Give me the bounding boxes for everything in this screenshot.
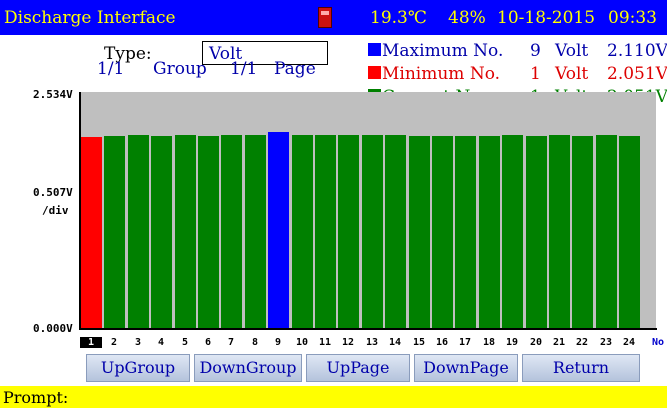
date-readout: 10-18-2015 bbox=[497, 8, 596, 28]
y-axis-line bbox=[79, 92, 81, 330]
bar-11 bbox=[315, 135, 336, 329]
x-tick-4[interactable]: 4 bbox=[150, 337, 172, 348]
minimum-unit: Volt bbox=[555, 64, 589, 84]
bar-18 bbox=[479, 136, 500, 329]
x-tick-16[interactable]: 16 bbox=[431, 337, 453, 348]
bar-2 bbox=[104, 136, 125, 329]
battery-readout: 48% bbox=[448, 8, 486, 28]
maximum-no: 9 bbox=[530, 41, 541, 61]
maximum-swatch bbox=[368, 43, 381, 56]
x-axis-suffix: No bbox=[652, 337, 665, 348]
bar-19 bbox=[502, 135, 523, 329]
x-tick-23[interactable]: 23 bbox=[595, 337, 617, 348]
x-tick-12[interactable]: 12 bbox=[337, 337, 359, 348]
x-tick-17[interactable]: 17 bbox=[454, 337, 476, 348]
x-tick-1[interactable]: 1 bbox=[80, 337, 102, 348]
x-tick-13[interactable]: 13 bbox=[361, 337, 383, 348]
bar-23 bbox=[596, 135, 617, 329]
bar-5 bbox=[175, 135, 196, 329]
x-tick-3[interactable]: 3 bbox=[127, 337, 149, 348]
x-tick-18[interactable]: 18 bbox=[478, 337, 500, 348]
down-group-button[interactable]: DownGroup bbox=[194, 354, 302, 382]
bar-20 bbox=[526, 136, 547, 329]
prompt-bar: Prompt: bbox=[0, 386, 667, 408]
x-tick-15[interactable]: 15 bbox=[408, 337, 430, 348]
prompt-label: Prompt: bbox=[3, 388, 69, 407]
temperature-readout: 19.3℃ bbox=[370, 8, 427, 28]
x-tick-2[interactable]: 2 bbox=[103, 337, 125, 348]
window-title: Discharge Interface bbox=[4, 8, 176, 28]
x-tick-20[interactable]: 20 bbox=[525, 337, 547, 348]
bar-24 bbox=[619, 136, 640, 329]
bar-9 bbox=[268, 132, 289, 329]
x-tick-11[interactable]: 11 bbox=[314, 337, 336, 348]
bar-14 bbox=[385, 135, 406, 329]
x-tick-7[interactable]: 7 bbox=[220, 337, 242, 348]
x-tick-6[interactable]: 6 bbox=[197, 337, 219, 348]
bar-10 bbox=[292, 135, 313, 329]
x-tick-5[interactable]: 5 bbox=[174, 337, 196, 348]
bar-13 bbox=[362, 135, 383, 329]
x-tick-22[interactable]: 22 bbox=[571, 337, 593, 348]
x-tick-10[interactable]: 10 bbox=[291, 337, 313, 348]
bar-1 bbox=[81, 137, 102, 329]
voltage-bar-chart bbox=[80, 92, 656, 329]
minimum-swatch bbox=[368, 66, 381, 79]
bar-21 bbox=[549, 135, 570, 329]
maximum-unit: Volt bbox=[555, 41, 589, 61]
page-current: 1/1 bbox=[230, 59, 258, 79]
down-page-button[interactable]: DownPage bbox=[414, 354, 518, 382]
group-label: Group bbox=[153, 59, 207, 79]
title-bar: Discharge Interface 19.3℃ 48% 10-18-2015… bbox=[0, 0, 667, 35]
minimum-value: 2.051V bbox=[607, 64, 667, 84]
minimum-label: Minimum No. bbox=[382, 64, 501, 84]
bar-4 bbox=[151, 136, 172, 329]
bar-8 bbox=[245, 135, 266, 329]
bar-16 bbox=[432, 136, 453, 329]
bar-12 bbox=[338, 135, 359, 329]
up-group-button[interactable]: UpGroup bbox=[86, 354, 190, 382]
x-tick-14[interactable]: 14 bbox=[384, 337, 406, 348]
x-tick-9[interactable]: 9 bbox=[267, 337, 289, 348]
return-button[interactable]: Return bbox=[522, 354, 640, 382]
y-axis-top-label: 2.534V bbox=[33, 88, 73, 101]
y-axis-mid-label: 0.507V bbox=[33, 186, 73, 199]
x-tick-21[interactable]: 21 bbox=[548, 337, 570, 348]
maximum-value: 2.110V bbox=[607, 41, 667, 61]
sd-card-icon bbox=[318, 7, 332, 28]
minimum-no: 1 bbox=[530, 64, 541, 84]
time-readout: 09:33 bbox=[608, 8, 657, 28]
bar-7 bbox=[221, 135, 242, 329]
y-axis-bottom-label: 0.000V bbox=[33, 322, 73, 335]
maximum-label: Maximum No. bbox=[382, 41, 504, 61]
group-current: 1/1 bbox=[97, 59, 125, 79]
x-axis-line bbox=[79, 328, 657, 330]
x-tick-19[interactable]: 19 bbox=[501, 337, 523, 348]
bar-3 bbox=[128, 135, 149, 329]
bar-15 bbox=[409, 136, 430, 329]
x-tick-24[interactable]: 24 bbox=[618, 337, 640, 348]
bar-22 bbox=[572, 136, 593, 329]
y-axis-unit-label: /div bbox=[42, 204, 69, 217]
bar-6 bbox=[198, 136, 219, 329]
page-label: Page bbox=[274, 59, 316, 79]
x-tick-8[interactable]: 8 bbox=[244, 337, 266, 348]
bar-17 bbox=[455, 136, 476, 329]
up-page-button[interactable]: UpPage bbox=[306, 354, 410, 382]
